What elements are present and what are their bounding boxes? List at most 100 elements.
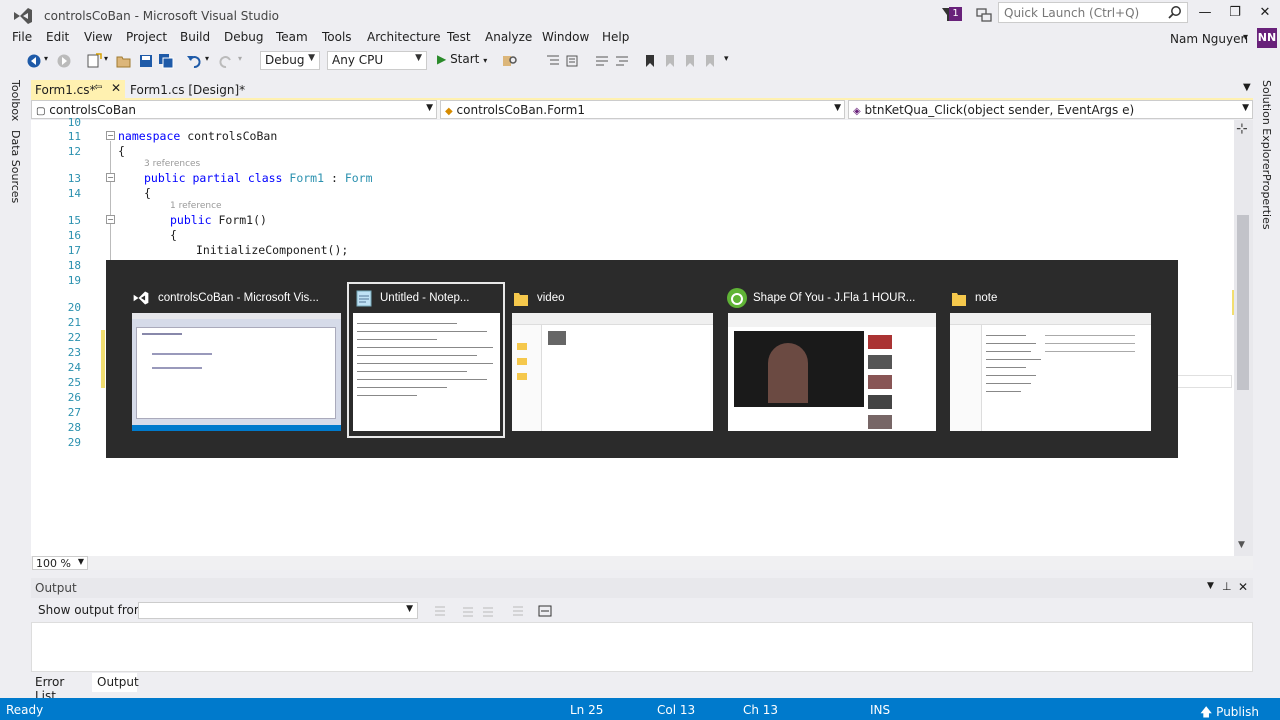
word-wrap-icon[interactable] xyxy=(537,603,553,619)
tab-form1-cs[interactable]: Form1.cs* ⇦ ✕ xyxy=(31,80,125,99)
minimize-button[interactable]: — xyxy=(1190,3,1220,23)
line-number: 15 xyxy=(67,214,81,227)
line-number: 12 xyxy=(67,145,81,158)
zoom-select[interactable]: 100 % ▼ xyxy=(32,556,88,570)
start-debugging-button[interactable]: ▶ Start ▾ xyxy=(437,52,487,66)
toolbox-tab[interactable]: Toolbox xyxy=(9,80,22,121)
menu-help[interactable]: Help xyxy=(602,30,629,44)
solution-configuration-select[interactable]: Debug ▼ xyxy=(260,51,320,70)
feedback-icon[interactable] xyxy=(975,6,993,24)
notification-badge[interactable]: 1 xyxy=(949,7,962,21)
quick-launch-input[interactable]: Quick Launch (Ctrl+Q) xyxy=(998,2,1188,23)
step-over-icon[interactable] xyxy=(565,53,581,69)
save-icon[interactable] xyxy=(138,53,154,69)
collapse-region-icon[interactable]: − xyxy=(106,215,115,224)
tab-form1-design[interactable]: Form1.cs [Design]* xyxy=(126,80,266,99)
close-icon[interactable]: ✕ xyxy=(111,81,121,95)
user-name[interactable]: Nam Nguyen xyxy=(1170,32,1248,46)
output-text-area[interactable] xyxy=(31,622,1253,672)
switcher-thumbnail-video-folder[interactable] xyxy=(512,313,713,431)
switcher-thumbnail-browser[interactable] xyxy=(728,313,936,431)
new-project-icon[interactable] xyxy=(86,53,102,69)
switcher-thumbnail-visual-studio[interactable] xyxy=(132,313,341,431)
collapse-region-icon[interactable]: − xyxy=(106,173,115,182)
prev-bookmark-icon[interactable] xyxy=(662,53,678,69)
switcher-thumbnail-notepad[interactable] xyxy=(353,313,500,431)
toolbar-overflow-icon[interactable]: ▾ xyxy=(724,54,729,64)
prev-message-icon[interactable] xyxy=(460,603,476,619)
properties-tab[interactable]: Properties xyxy=(1260,174,1273,230)
pin-icon[interactable]: ⇦ xyxy=(94,82,102,93)
pin-icon[interactable]: ⊥ xyxy=(1222,580,1232,593)
solution-explorer-tab[interactable]: Solution Explorer xyxy=(1260,80,1273,174)
menu-edit[interactable]: Edit xyxy=(46,30,69,44)
scroll-down-arrow-icon[interactable]: ▼ xyxy=(1238,540,1245,550)
redo-icon[interactable] xyxy=(218,53,234,69)
tab-output[interactable]: Output xyxy=(92,673,139,692)
switcher-item-title[interactable]: controlsCoBan - Microsoft Vis... xyxy=(158,292,319,304)
undo-icon[interactable] xyxy=(186,53,202,69)
next-message-icon[interactable] xyxy=(480,603,496,619)
new-dropdown-icon[interactable]: ▾ xyxy=(104,54,108,63)
uncomment-lines-icon[interactable] xyxy=(614,53,630,69)
menu-file[interactable]: File xyxy=(12,30,32,44)
line-number: 23 xyxy=(67,346,81,359)
menu-view[interactable]: View xyxy=(84,30,112,44)
navigate-forward-icon[interactable] xyxy=(56,53,72,69)
publish-button[interactable]: 🡅 Publish xyxy=(1200,703,1259,720)
open-file-icon[interactable] xyxy=(116,53,132,69)
clear-all-icon[interactable] xyxy=(510,603,526,619)
window-position-icon[interactable]: ▼ xyxy=(1207,581,1214,591)
scrollbar-thumb[interactable] xyxy=(1237,215,1249,390)
switcher-item-title[interactable]: note xyxy=(975,292,997,304)
punctuation: : xyxy=(324,171,345,185)
output-source-select[interactable]: ▼ xyxy=(138,602,418,619)
class-select[interactable]: ◆ controlsCoBan.Form1 ▼ xyxy=(440,100,845,119)
maximize-button[interactable]: ❐ xyxy=(1220,3,1250,23)
member-select[interactable]: ◈ btnKetQua_Click(object sender, EventAr… xyxy=(848,100,1253,119)
search-icon[interactable] xyxy=(1168,5,1182,19)
undo-dropdown-icon[interactable]: ▾ xyxy=(205,54,209,63)
output-panel-header: Output xyxy=(31,578,1253,598)
menu-window[interactable]: Window xyxy=(542,30,589,44)
menu-test[interactable]: Test xyxy=(447,30,471,44)
menu-analyze[interactable]: Analyze xyxy=(485,30,532,44)
comment-lines-icon[interactable] xyxy=(594,53,610,69)
step-into-icon[interactable] xyxy=(545,53,561,69)
codelens-references[interactable]: 1 reference xyxy=(170,201,222,211)
close-icon[interactable]: ✕ xyxy=(1238,580,1248,594)
switcher-thumbnail-note-folder[interactable] xyxy=(950,313,1151,431)
menu-architecture[interactable]: Architecture xyxy=(367,30,440,44)
next-bookmark-icon[interactable] xyxy=(682,53,698,69)
split-window-icon[interactable]: ⊹ xyxy=(1236,121,1248,137)
menu-team[interactable]: Team xyxy=(276,30,308,44)
collapse-region-icon[interactable]: − xyxy=(106,131,115,140)
navigate-back-icon[interactable] xyxy=(26,53,42,69)
find-message-icon[interactable] xyxy=(432,603,448,619)
chevron-down-icon[interactable]: ▾ xyxy=(1243,32,1248,43)
solution-platform-select[interactable]: Any CPU ▼ xyxy=(327,51,427,70)
find-in-files-icon[interactable] xyxy=(502,53,518,69)
clear-bookmarks-icon[interactable] xyxy=(702,53,718,69)
switcher-item-title[interactable]: Untitled - Notep... xyxy=(380,292,469,304)
switcher-item-title[interactable]: Shape Of You - J.Fla 1 HOUR... xyxy=(753,292,915,304)
platform-value: Any CPU xyxy=(332,53,384,67)
horizontal-scrollbar[interactable] xyxy=(31,556,1253,570)
avatar[interactable]: NN xyxy=(1257,28,1277,48)
close-button[interactable]: ✕ xyxy=(1250,3,1280,23)
menu-debug[interactable]: Debug xyxy=(224,30,263,44)
tab-error-list[interactable]: Error List... xyxy=(31,673,91,703)
menu-tools[interactable]: Tools xyxy=(322,30,352,44)
bookmark-icon[interactable] xyxy=(642,53,658,69)
back-dropdown-icon[interactable]: ▾ xyxy=(44,54,48,63)
switcher-item-title[interactable]: video xyxy=(537,292,565,304)
data-sources-tab[interactable]: Data Sources xyxy=(9,130,22,203)
tab-overflow-icon[interactable]: ▼ xyxy=(1243,82,1251,93)
menu-build[interactable]: Build xyxy=(180,30,210,44)
codelens-references[interactable]: 3 references xyxy=(144,159,200,169)
redo-dropdown-icon[interactable]: ▾ xyxy=(238,54,242,63)
menu-project[interactable]: Project xyxy=(126,30,167,44)
save-all-icon[interactable] xyxy=(158,53,174,69)
project-select[interactable]: ▢ controlsCoBan ▼ xyxy=(31,100,437,119)
line-number: 18 xyxy=(67,259,81,272)
